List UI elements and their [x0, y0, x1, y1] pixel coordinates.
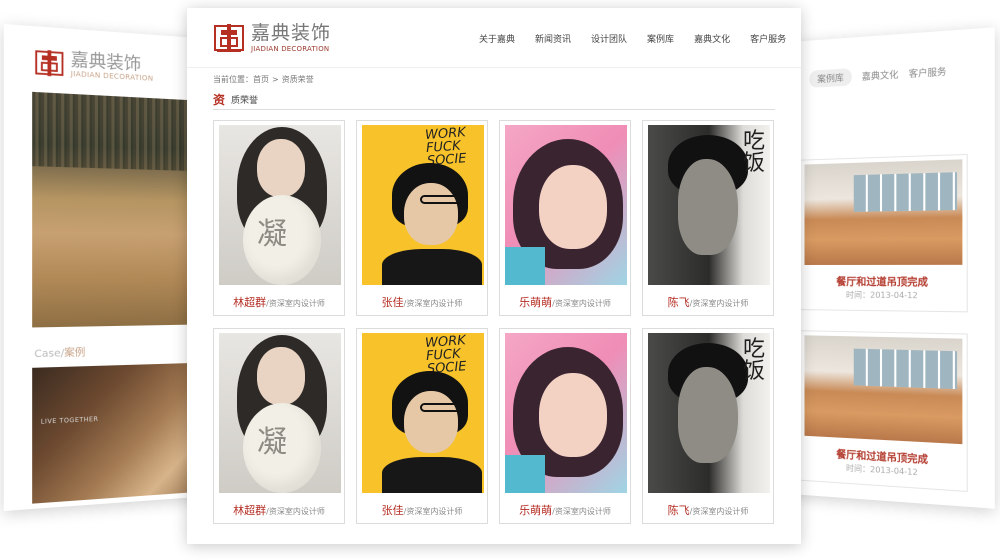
breadcrumb-prefix: 当前位置： [213, 75, 253, 84]
right-preview-case-card[interactable]: 餐厅和过道吊顶完成 时间：2013-04-12 [799, 330, 968, 493]
member-role: /资深室内设计师 [403, 507, 463, 516]
breadcrumb-current: 资质荣誉 [281, 75, 314, 84]
member-photo: WORK FUCK SOCIE [362, 125, 484, 285]
section-heading: 资 质荣誉 [213, 90, 775, 110]
member-role: /资深室内设计师 [552, 507, 611, 516]
member-name[interactable]: 乐萌萌 [519, 296, 552, 309]
left-preview-case-heading: Case/案例 [34, 343, 85, 360]
case-card-image [804, 159, 963, 265]
brand-subtitle: JIADIAN DECORATION [251, 45, 330, 53]
poster-text: 吃饭 [743, 129, 766, 176]
nav-item-service[interactable]: 客户服务 [750, 32, 786, 45]
poster-text: 吃饭 [743, 337, 766, 384]
case-card-date: 时间：2013-04-12 [846, 290, 918, 301]
team-member-card[interactable]: WORK FUCK SOCIE 张佳/资深室内设计师 [356, 328, 488, 524]
right-preview-nav: 案例库 嘉典文化 客户服务 [809, 62, 946, 88]
nav-item-news[interactable]: 新闻资讯 [535, 32, 571, 45]
nav-item-team[interactable]: 设计团队 [591, 32, 627, 45]
team-member-card[interactable]: 凝 林超群/资深室内设计师 [213, 120, 345, 316]
member-role: /资深室内设计师 [266, 299, 325, 308]
glasses-graphic [420, 403, 464, 412]
member-role: /资深室内设计师 [403, 299, 463, 308]
right-nav-item-service[interactable]: 客户服务 [909, 64, 947, 80]
member-photo: 吃饭 [648, 125, 770, 285]
site-header: 嘉典装饰 JIADIAN DECORATION 关于嘉典 新闻资讯 设计团队 案… [187, 8, 801, 68]
balloon-graphic: 凝 [243, 403, 321, 493]
section-heading-title: 质荣誉 [231, 96, 259, 106]
glasses-graphic [420, 195, 464, 204]
member-role: /资深室内设计师 [552, 299, 611, 308]
member-name[interactable]: 陈飞 [668, 296, 690, 309]
member-photo: 吃饭 [648, 333, 770, 493]
right-preview-case-card[interactable]: 餐厅和过道吊顶完成 时间：2013-04-12 [799, 153, 968, 313]
member-name[interactable]: 张佳 [382, 296, 404, 309]
nav-item-culture[interactable]: 嘉典文化 [694, 32, 730, 45]
case-card-title[interactable]: 餐厅和过道吊顶完成 [801, 273, 967, 289]
logo-mark-icon [214, 24, 244, 52]
member-photo: 凝 [219, 125, 341, 285]
member-name[interactable]: 陈飞 [668, 504, 690, 517]
team-member-card[interactable]: 吃饭 陈飞/资深室内设计师 [642, 120, 774, 316]
right-preview-page: 案例库 嘉典文化 客户服务 餐厅和过道吊顶完成 时间：2013-04-12 餐厅… [790, 27, 995, 509]
team-member-card[interactable]: 乐萌萌/资深室内设计师 [499, 328, 631, 524]
main-page: 嘉典装饰 JIADIAN DECORATION 关于嘉典 新闻资讯 设计团队 案… [187, 8, 801, 544]
case-image-caption: LIVE TOGETHER [40, 415, 99, 426]
member-role: /资深室内设计师 [266, 507, 325, 516]
member-name[interactable]: 林超群 [233, 296, 266, 309]
showcase-stage: 嘉典装饰 JIADIAN DECORATION Case/案例 LIVE TOG… [0, 0, 1000, 560]
right-nav-item-culture[interactable]: 嘉典文化 [862, 67, 899, 82]
member-name[interactable]: 张佳 [382, 504, 404, 517]
member-role: /资深室内设计师 [689, 299, 749, 308]
poster-text: WORK FUCK SOCIE [424, 125, 468, 169]
brand-name: 嘉典装饰 [251, 22, 332, 44]
breadcrumb-home[interactable]: 首页 [253, 75, 269, 84]
nav-item-about[interactable]: 关于嘉典 [479, 32, 515, 45]
main-nav: 关于嘉典 新闻资讯 设计团队 案例库 嘉典文化 客户服务 [479, 32, 806, 45]
breadcrumb: 当前位置：首页 > 资质荣誉 [213, 74, 314, 85]
team-member-card[interactable]: 吃饭 陈飞/资深室内设计师 [642, 328, 774, 524]
case-label-en: Case/ [34, 347, 65, 361]
left-preview-logo: 嘉典装饰 JIADIAN DECORATION [34, 47, 153, 84]
case-label-cn: 案例 [64, 347, 86, 360]
logo-mark-icon [34, 47, 64, 78]
member-name[interactable]: 林超群 [233, 504, 266, 517]
site-logo[interactable]: 嘉典装饰 JIADIAN DECORATION [213, 22, 331, 54]
member-name[interactable]: 乐萌萌 [519, 504, 552, 517]
member-photo: 凝 [219, 333, 341, 493]
section-heading-icon-char: 资 [213, 93, 226, 107]
balloon-graphic: 凝 [243, 195, 321, 285]
member-photo [505, 333, 627, 493]
team-member-card[interactable]: 凝 林超群/资深室内设计师 [213, 328, 345, 524]
breadcrumb-separator: > [272, 75, 279, 84]
member-photo [505, 125, 627, 285]
member-role: /资深室内设计师 [689, 507, 749, 516]
member-photo: WORK FUCK SOCIE [362, 333, 484, 493]
nav-item-cases[interactable]: 案例库 [647, 32, 674, 45]
poster-text: WORK FUCK SOCIE [424, 333, 468, 377]
case-card-image [804, 335, 963, 445]
team-member-card[interactable]: 乐萌萌/资深室内设计师 [499, 120, 631, 316]
right-nav-item-cases[interactable]: 案例库 [809, 68, 852, 88]
team-member-card[interactable]: WORK FUCK SOCIE 张佳/资深室内设计师 [356, 120, 488, 316]
team-grid: 凝 林超群/资深室内设计师 WORK FUCK SOCIE 张佳/资深室内设计师 [213, 120, 775, 524]
